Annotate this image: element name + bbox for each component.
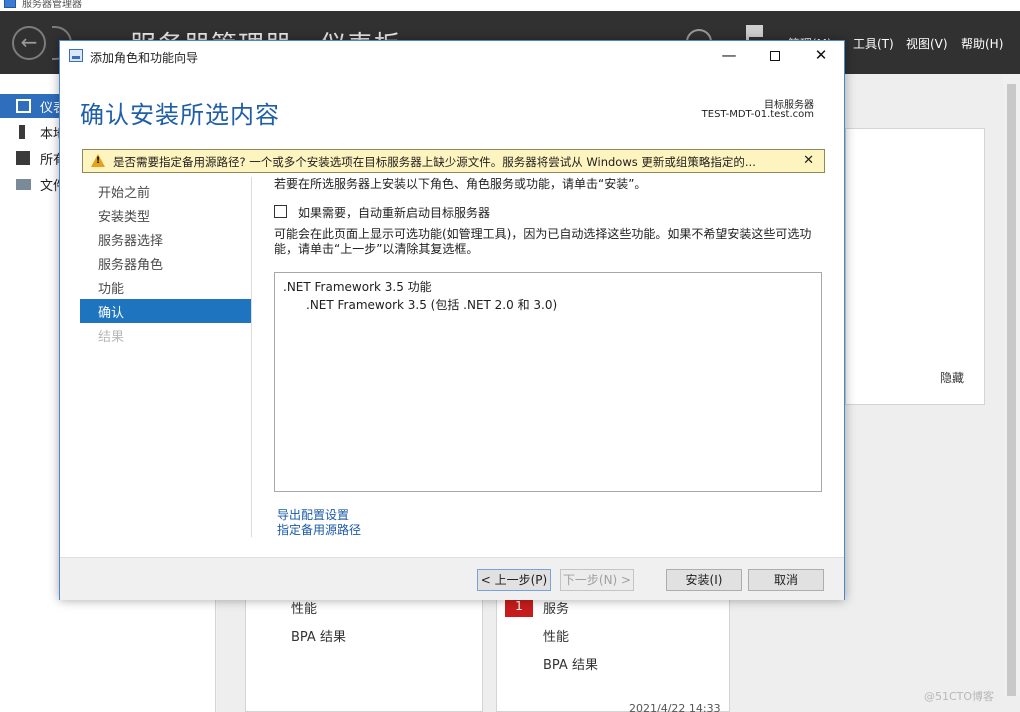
dashboard-icon bbox=[16, 99, 31, 113]
tile-bpa-results[interactable]: BPA 结果 bbox=[291, 626, 346, 645]
next-button: 下一步(N) > bbox=[560, 569, 634, 591]
tile-performance[interactable]: 性能 bbox=[543, 626, 569, 645]
wizard-app-icon bbox=[69, 49, 83, 62]
selected-features-list[interactable]: .NET Framework 3.5 功能 .NET Framework 3.5… bbox=[274, 272, 822, 492]
back-arrow-icon[interactable]: ← bbox=[12, 26, 46, 60]
server-manager-app-icon bbox=[4, 0, 16, 8]
warning-text[interactable]: 是否需要指定备用源路径? 一个或多个安装选项在目标服务器上缺少源文件。服务器将尝… bbox=[113, 154, 756, 170]
maximize-icon bbox=[770, 51, 780, 61]
restart-checkbox[interactable] bbox=[274, 205, 287, 218]
nav-step-server-roles[interactable]: 服务器角色 bbox=[80, 251, 251, 275]
watermark: @51CTO博客 bbox=[924, 690, 995, 703]
server-tile-left: 性能 BPA 结果 bbox=[245, 596, 483, 712]
menu-tools[interactable]: 工具(T) bbox=[853, 35, 894, 52]
wizard-footer: < 上一步(P) 下一步(N) > 安装(I) 取消 bbox=[60, 557, 844, 600]
menu-view[interactable]: 视图(V) bbox=[906, 35, 948, 52]
install-instruction: 若要在所选服务器上安装以下角色、角色服务或功能，请单击“安装”。 bbox=[274, 177, 647, 191]
server-icon bbox=[19, 125, 25, 139]
nav-step-installation-type[interactable]: 安装类型 bbox=[80, 203, 251, 227]
tile-performance[interactable]: 性能 bbox=[291, 598, 317, 617]
restart-option[interactable]: 如果需要，自动重新启动目标服务器 bbox=[274, 204, 574, 222]
nav-step-confirmation[interactable]: 确认 bbox=[80, 299, 251, 323]
wizard-titlebar: 添加角色和功能向导 — ✕ bbox=[60, 41, 844, 71]
restart-checkbox-label[interactable]: 如果需要，自动重新启动目标服务器 bbox=[298, 204, 490, 221]
optional-features-note: 可能会在此页面上显示可选功能(如管理工具)，因为已自动选择这些功能。如果不希望安… bbox=[274, 227, 812, 256]
alternate-source-warning-bar[interactable]: ! 是否需要指定备用源路径? 一个或多个安装选项在目标服务器上缺少源文件。服务器… bbox=[82, 149, 825, 173]
tile-services[interactable]: 服务 bbox=[543, 598, 569, 617]
server-manager-titlebar: 服务器管理器 bbox=[0, 0, 1020, 11]
cancel-button[interactable]: 取消 bbox=[748, 569, 824, 591]
nav-step-features[interactable]: 功能 bbox=[80, 275, 251, 299]
tile-timestamp: 2021/4/22 14:33 bbox=[629, 702, 721, 712]
feature-item: .NET Framework 3.5 功能 bbox=[283, 280, 432, 294]
nav-step-before-you-begin[interactable]: 开始之前 bbox=[80, 179, 251, 203]
scrollbar-thumb[interactable] bbox=[1007, 84, 1016, 696]
menu-help[interactable]: 帮助(H) bbox=[961, 35, 1003, 52]
page-title: 确认安装所选内容 bbox=[80, 101, 280, 129]
minimize-button[interactable]: — bbox=[706, 41, 752, 71]
nav-step-server-selection[interactable]: 服务器选择 bbox=[80, 227, 251, 251]
servers-icon bbox=[16, 151, 30, 165]
storage-icon bbox=[16, 179, 31, 190]
server-manager-window-title: 服务器管理器 bbox=[22, 0, 82, 10]
wizard-step-nav: 开始之前 安装类型 服务器选择 服务器角色 功能 确认 结果 bbox=[80, 177, 252, 537]
target-server-name: TEST-MDT-01.test.com bbox=[701, 109, 814, 120]
main-scrollbar[interactable] bbox=[1003, 74, 1020, 696]
welcome-panel: 隐藏 bbox=[845, 128, 985, 405]
feature-subitem: .NET Framework 3.5 (包括 .NET 2.0 和 3.0) bbox=[306, 298, 558, 312]
wizard-window-title: 添加角色和功能向导 bbox=[90, 51, 199, 65]
server-tile-right: 1 服务 性能 BPA 结果 2021/4/22 14:33 bbox=[496, 596, 730, 712]
add-roles-features-wizard: 添加角色和功能向导 — ✕ 确认安装所选内容 目标服务器 TEST-MDT-01… bbox=[59, 40, 845, 600]
install-button[interactable]: 安装(I) bbox=[666, 569, 742, 591]
warning-close-button[interactable]: ✕ bbox=[803, 153, 814, 168]
back-button[interactable]: < 上一步(P) bbox=[477, 569, 551, 591]
maximize-button[interactable] bbox=[752, 41, 798, 71]
close-button[interactable]: ✕ bbox=[798, 41, 844, 71]
hide-welcome-link[interactable]: 隐藏 bbox=[940, 369, 964, 386]
nav-step-results: 结果 bbox=[98, 330, 125, 345]
warning-icon: ! bbox=[91, 154, 105, 167]
specify-alternate-source-link[interactable]: 指定备用源路径 bbox=[277, 521, 361, 538]
tile-bpa-results[interactable]: BPA 结果 bbox=[543, 654, 598, 673]
